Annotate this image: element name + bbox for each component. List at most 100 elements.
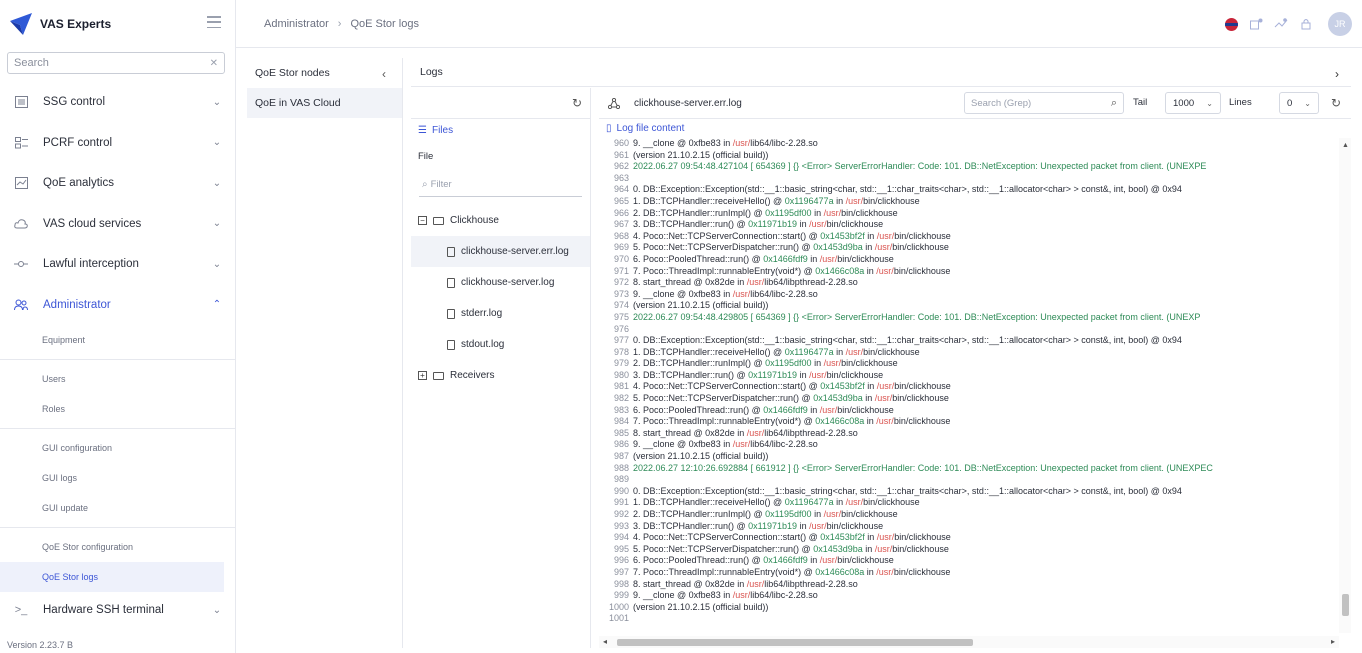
sidebar-subitem-gui-logs[interactable]: GUI logs (0, 463, 236, 493)
version-label: Version 2.23.7 B (7, 640, 74, 650)
menu-toggle-icon[interactable] (207, 16, 221, 28)
log-content[interactable]: 960 9. __clone @ 0xfbe83 in /usr/lib64/li… (599, 138, 1351, 633)
node-item[interactable]: QoE in VAS Cloud (247, 88, 402, 118)
vertical-scrollbar[interactable]: ▲ (1339, 138, 1351, 633)
tree-folder-label: Clickhouse (450, 215, 499, 226)
language-flag-icon[interactable] (1225, 17, 1238, 31)
sidebar-item-vas-cloud-services[interactable]: VAS cloud services ⌄ (0, 204, 236, 245)
sidebar-subitem-gui-update[interactable]: GUI update (0, 493, 236, 523)
log-text: 0x1453d9ba (813, 242, 863, 253)
line-number: 983 (613, 404, 629, 415)
line-number: 993 (613, 520, 629, 531)
horizontal-scrollbar[interactable]: ◂ ▸ (599, 636, 1339, 648)
line-number: 989 (613, 474, 629, 485)
log-line: 991 1. DB::TCPHandler::receiveHello() @ 0… (599, 497, 1351, 509)
log-text: (version 21.10.2.15 (official build)) (633, 149, 769, 160)
log-text: 3. DB::TCPHandler::run() @ (633, 520, 749, 531)
log-text: /usr/ (874, 393, 893, 404)
tree-file-item[interactable]: stdout.log (411, 329, 590, 360)
log-text: 9. __clone @ 0xfbe83 in (633, 590, 733, 601)
log-text: 5. Poco::Net::TCPServerDispatcher::run()… (633, 543, 814, 554)
search-icon[interactable]: ⌕ (1111, 97, 1117, 110)
folder-open-icon (433, 216, 444, 225)
collapse-node-icon[interactable]: − (418, 216, 427, 225)
files-tab-label: Files (431, 124, 454, 136)
sidebar-subitem-qoe-stor-configuration[interactable]: QoE Stor configuration (0, 532, 236, 562)
sidebar-item-ssg-control[interactable]: SSG control ⌄ (0, 82, 236, 123)
breadcrumb-parent[interactable]: Administrator (264, 18, 329, 30)
refresh-log-icon[interactable]: ↻ (1331, 96, 1341, 110)
scroll-left-icon[interactable]: ◂ (603, 637, 607, 646)
line-number: 999 (613, 590, 629, 601)
tree-folder-receivers[interactable]: + Receivers (411, 360, 590, 391)
log-text: /usr/ (809, 369, 827, 380)
list-icon (13, 94, 29, 110)
sidebar-subitem-roles[interactable]: Roles (0, 394, 236, 424)
tree-file-item[interactable]: clickhouse-server.log (411, 267, 590, 298)
tree-folder-clickhouse[interactable]: − Clickhouse (411, 205, 590, 236)
log-line: 977 0. DB::Exception::Exception(std::__1:… (599, 335, 1351, 347)
line-number: 969 (613, 242, 629, 253)
sidebar-subitem-qoe-stor-logs[interactable]: QoE Stor logs (0, 562, 224, 592)
log-line: 971 7. Poco::ThreadImpl::runnableEntry(vo… (599, 266, 1351, 278)
log-text: /usr/ (746, 578, 765, 589)
log-text: bin/clickhouse (892, 393, 949, 404)
lines-label: Lines (1229, 97, 1252, 108)
lock-icon[interactable] (1299, 17, 1313, 31)
sidebar-item-pcrf-control[interactable]: PCRF control ⌄ (0, 123, 236, 164)
line-number: 984 (613, 416, 629, 427)
log-text: bin/clickhouse (863, 195, 920, 206)
scroll-thumb[interactable] (617, 639, 973, 646)
collapse-panel-icon[interactable]: ‹ (382, 67, 386, 81)
sidebar-item-label: QoE analytics (43, 177, 114, 190)
file-filter-input[interactable] (430, 179, 561, 190)
log-text: in (807, 555, 820, 566)
log-line: 976 (599, 324, 1351, 336)
file-icon (447, 308, 455, 319)
sidebar-item-hardware-ssh-terminal[interactable]: >_ Hardware SSH terminal ⌄ (0, 592, 236, 628)
sidebar-item-administrator[interactable]: Administrator ⌃ (0, 285, 236, 326)
grep-search-input[interactable] (971, 97, 1111, 109)
log-text: 9. __clone @ 0xfbe83 in (633, 138, 733, 148)
log-text: 0x1195df00 (765, 509, 812, 519)
log-text: bin/clickhouse (892, 242, 949, 253)
line-number: 974 (613, 300, 629, 311)
tail-select[interactable]: 1000 ⌄ (1165, 92, 1221, 114)
log-text: /usr/ (845, 195, 864, 206)
notifications-icon[interactable] (1249, 17, 1263, 31)
scroll-right-icon[interactable]: ▸ (1331, 637, 1335, 646)
clear-search-icon[interactable]: ✕ (210, 58, 218, 69)
sidebar-search-input[interactable] (14, 57, 210, 69)
administrator-submenu: Equipment Users Roles GUI configuration … (0, 325, 236, 592)
scroll-thumb[interactable] (1342, 594, 1349, 616)
log-text: 2022.06.27 12:10:26.692884 [ 661912 ] {}… (633, 462, 1213, 473)
log-text: 0x1453d9ba (813, 393, 863, 404)
lines-select[interactable]: 0 ⌄ (1279, 92, 1319, 114)
files-toolbar: ↻ (411, 88, 590, 119)
log-text: /usr/ (732, 439, 751, 450)
tree-file-item[interactable]: stderr.log (411, 298, 590, 329)
sidebar-subitem-gui-configuration[interactable]: GUI configuration (0, 433, 236, 463)
sidebar-subitem-equipment[interactable]: Equipment (0, 325, 236, 355)
refresh-files-icon[interactable]: ↻ (572, 96, 582, 110)
log-text: bin/clickhouse (837, 404, 894, 415)
sidebar-item-label: Administrator (43, 298, 111, 311)
log-text: /usr/ (845, 346, 864, 357)
sidebar-item-qoe-analytics[interactable]: QoE analytics ⌄ (0, 163, 236, 204)
log-text: bin/clickhouse (826, 369, 884, 380)
sync-icon[interactable] (1274, 17, 1288, 31)
expand-node-icon[interactable]: + (418, 371, 427, 380)
tree-file-item[interactable]: clickhouse-server.err.log (411, 236, 590, 267)
scroll-up-icon[interactable]: ▲ (1342, 142, 1349, 149)
sidebar-item-lawful-interception[interactable]: Lawful interception ⌄ (0, 244, 236, 285)
avatar[interactable]: JR (1328, 12, 1352, 36)
log-text: /usr/ (874, 242, 893, 253)
files-tab[interactable]: ☰ Files (411, 119, 590, 141)
log-text: 0x1196477a (784, 195, 834, 206)
expand-panel-icon[interactable]: › (1335, 67, 1339, 81)
log-text: bin/clickhouse (894, 230, 951, 241)
line-number: 1000 (608, 601, 629, 612)
log-text: /usr/ (876, 230, 895, 241)
log-content-tab[interactable]: ▯ Log file content (599, 119, 1351, 137)
sidebar-subitem-users[interactable]: Users (0, 364, 236, 394)
